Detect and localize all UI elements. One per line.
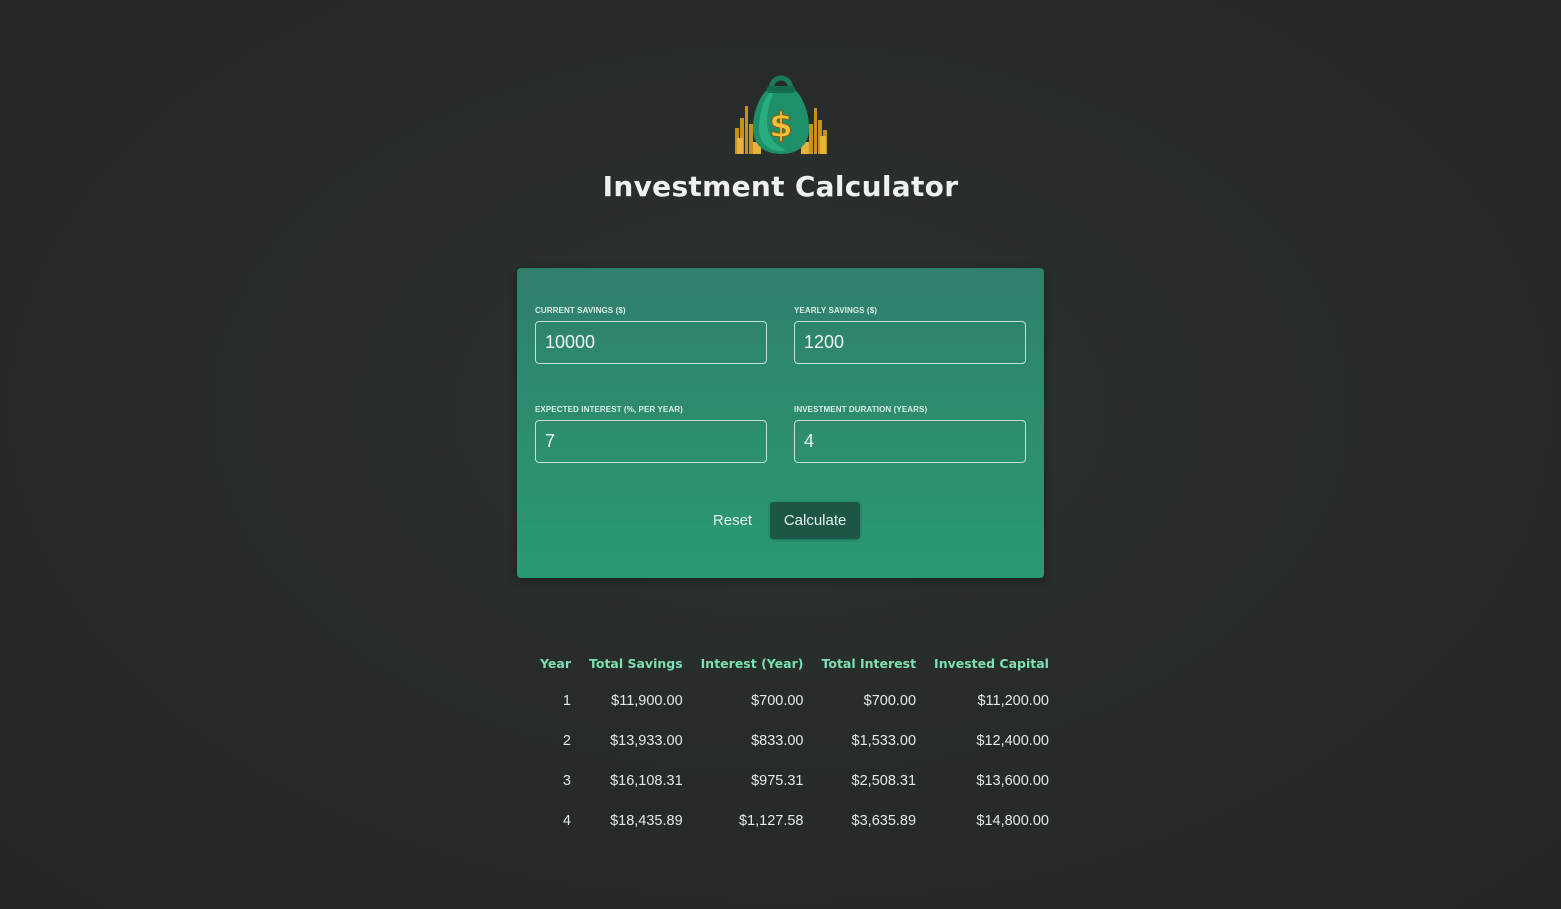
header-invested-capital: Invested Capital xyxy=(934,655,1049,671)
results-header-row: Year Total Savings Interest (Year) Total… xyxy=(540,645,1049,681)
cell-invested-capital: $11,200.00 xyxy=(977,693,1049,709)
cell-year: 3 xyxy=(562,773,571,789)
investment-duration-input[interactable] xyxy=(794,420,1026,463)
investment-duration-group: Investment Duration (years) xyxy=(794,405,1026,463)
table-row: 3 $16,108.31 $975.31 $2,508.31 $13,600.0… xyxy=(540,761,1049,801)
header-interest-year: Interest (Year) xyxy=(700,655,804,671)
expected-interest-input[interactable] xyxy=(535,420,767,463)
header-total-savings: Total Savings xyxy=(588,655,683,671)
cell-total-interest: $700.00 xyxy=(863,693,917,709)
money-bag-icon: $ xyxy=(734,75,827,154)
cell-year: 2 xyxy=(562,733,571,749)
form-actions: Reset Calculate xyxy=(517,502,1044,539)
cell-invested-capital: $12,400.00 xyxy=(976,733,1049,749)
cell-total-savings: $18,435.89 xyxy=(610,813,683,829)
cell-year: 4 xyxy=(562,813,571,829)
table-row: 1 $11,900.00 $700.00 $700.00 $11,200.00 xyxy=(540,681,1049,721)
cell-total-savings: $13,933.00 xyxy=(610,733,683,749)
calculate-button[interactable]: Calculate xyxy=(770,502,861,539)
header-total-interest: Total Interest xyxy=(821,655,917,671)
header-year: Year xyxy=(540,655,571,671)
reset-button[interactable]: Reset xyxy=(701,502,764,539)
expected-interest-label: Expected Interest (%, per year) xyxy=(535,405,683,414)
current-savings-label: Current Savings ($) xyxy=(535,306,626,315)
current-savings-input[interactable] xyxy=(535,321,767,364)
cell-interest-year: $975.31 xyxy=(751,773,804,789)
yearly-savings-input[interactable] xyxy=(794,321,1026,364)
cell-total-interest: $2,508.31 xyxy=(851,773,917,789)
cell-year: 1 xyxy=(562,693,571,709)
cell-interest-year: $833.00 xyxy=(751,733,804,749)
investment-duration-label: Investment Duration (years) xyxy=(794,405,928,414)
app-header: $ Investment Calculator xyxy=(0,66,1561,203)
page-title: Investment Calculator xyxy=(602,170,959,203)
cell-invested-capital: $13,600.00 xyxy=(976,773,1049,789)
table-row: 4 $18,435.89 $1,127.58 $3,635.89 $14,800… xyxy=(540,801,1049,841)
cell-invested-capital: $14,800.00 xyxy=(976,813,1049,829)
yearly-savings-label: Yearly Savings ($) xyxy=(794,306,878,315)
cell-total-interest: $1,533.00 xyxy=(851,733,917,749)
yearly-savings-group: Yearly Savings ($) xyxy=(794,306,1026,364)
cell-interest-year: $700.00 xyxy=(751,693,804,709)
current-savings-group: Current Savings ($) xyxy=(535,306,767,364)
cell-total-savings: $16,108.31 xyxy=(610,773,683,789)
svg-text:$: $ xyxy=(769,106,793,146)
investment-form: Current Savings ($) Yearly Savings ($) E… xyxy=(517,268,1044,578)
cell-interest-year: $1,127.58 xyxy=(738,813,804,829)
expected-interest-group: Expected Interest (%, per year) xyxy=(535,405,767,463)
results-table: Year Total Savings Interest (Year) Total… xyxy=(540,645,1049,841)
cell-total-interest: $3,635.89 xyxy=(851,813,917,829)
cell-total-savings: $11,900.00 xyxy=(611,693,683,709)
table-row: 2 $13,933.00 $833.00 $1,533.00 $12,400.0… xyxy=(540,721,1049,761)
